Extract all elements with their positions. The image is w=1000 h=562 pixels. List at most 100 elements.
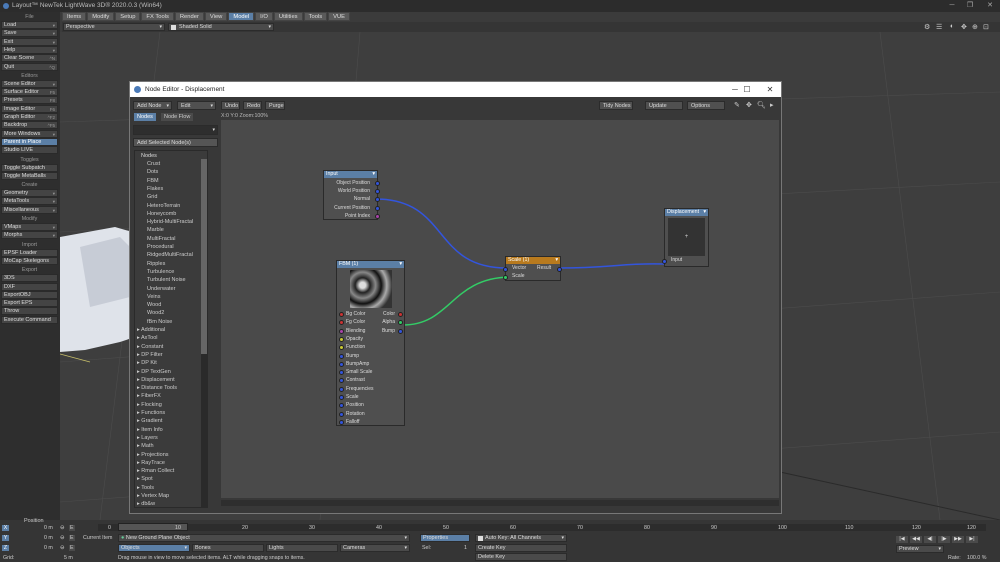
left-panel-button[interactable]: Scene Editor ▾: [1, 79, 58, 88]
input-port-icon[interactable]: [339, 353, 344, 359]
fbm-node[interactable]: FBM (1) ▾ Bg Color Fg Color Blending Opacity…: [336, 260, 405, 426]
left-panel-button[interactable]: VMaps ▾: [1, 223, 58, 231]
left-panel-button[interactable]: Toggle Subpatch: [1, 163, 58, 172]
node-list-category[interactable]: ▸ Projections: [137, 451, 169, 459]
axis-enable-button[interactable]: E: [69, 535, 75, 541]
node-list-item[interactable]: Dots: [147, 168, 158, 176]
add-node-button[interactable]: Add Node ▾: [133, 101, 172, 110]
node-list-item[interactable]: Marble: [147, 226, 164, 234]
left-panel-button[interactable]: More Windows ▾: [1, 129, 58, 138]
left-panel-button[interactable]: MetaTools ▾: [1, 197, 58, 206]
close-icon[interactable]: ✕: [760, 82, 780, 97]
update-button[interactable]: Update: [645, 101, 683, 110]
input-port-icon[interactable]: [339, 320, 344, 326]
input-port-icon[interactable]: [339, 328, 344, 334]
left-panel-button[interactable]: MoCap Skelegons: [1, 256, 58, 265]
left-panel-button[interactable]: 3DS: [1, 274, 58, 283]
node-list-category[interactable]: ▸ Vertex Map: [137, 492, 169, 500]
scale-port-icon[interactable]: [503, 275, 508, 280]
left-panel-button[interactable]: Geometry ▾: [1, 189, 58, 198]
left-panel-button[interactable]: Export EPS: [1, 299, 58, 308]
menu-tab-render[interactable]: Render: [174, 12, 204, 21]
node-list-item[interactable]: Turbulence: [147, 268, 174, 276]
output-port-icon[interactable]: [375, 181, 380, 186]
maximize-icon[interactable]: ☐: [737, 82, 757, 97]
left-panel-button[interactable]: EPSF Loader: [1, 248, 58, 257]
node-list-category[interactable]: ▸ db&w: [137, 500, 155, 508]
tab-nodes[interactable]: Nodes: [134, 113, 156, 121]
input-port-icon[interactable]: [339, 378, 344, 384]
input-port-icon[interactable]: [339, 403, 344, 409]
node-list-category[interactable]: ▸ Layers: [137, 434, 158, 442]
input-port-icon[interactable]: [339, 411, 344, 417]
left-panel-button[interactable]: Help ▾: [1, 45, 58, 54]
node-list-category[interactable]: ▸ Tools: [137, 484, 154, 492]
node-list-category[interactable]: ▸ DP Kit: [137, 359, 157, 367]
prev-key-icon[interactable]: ◀◀: [910, 536, 922, 543]
redo-button[interactable]: Redo: [243, 101, 262, 110]
next-key-icon[interactable]: ▶▶: [952, 536, 964, 543]
input-port-icon[interactable]: [339, 345, 344, 351]
left-panel-button[interactable]: Toggle MetaBalls: [1, 171, 58, 180]
zoom-icon[interactable]: 🔍︎: [757, 101, 766, 109]
input-port-icon[interactable]: [339, 386, 344, 392]
node-list-item[interactable]: Hybrid-MultiFractal: [147, 218, 193, 226]
left-panel-button[interactable]: Morphs ▾: [1, 231, 58, 240]
node-list-category[interactable]: ▸ FiberFX: [137, 392, 161, 400]
scale-node[interactable]: Scale (1) ▾ Vector Scale Result: [503, 256, 562, 281]
node-list-item[interactable]: MultiFractal: [147, 235, 175, 243]
node-list-item[interactable]: Grid: [147, 193, 157, 201]
node-list-category[interactable]: ▸ DP TextGen: [137, 368, 171, 376]
settings-icon[interactable]: ☰: [936, 23, 942, 31]
node-list-category[interactable]: ▸ Rman Collect: [137, 467, 174, 475]
orbit-icon[interactable]: ◐: [950, 23, 954, 30]
lights-button[interactable]: Lights: [266, 544, 338, 552]
gear-icon[interactable]: ⚙: [924, 23, 930, 31]
left-panel-button[interactable]: Exit ▾: [1, 37, 58, 46]
node-list-item[interactable]: Flakes: [147, 185, 163, 193]
node-list-item[interactable]: RidgedMultiFractal: [147, 251, 193, 259]
node-list-item[interactable]: Veins: [147, 293, 160, 301]
menu-tab-view[interactable]: View: [204, 12, 228, 21]
maximize-view-icon[interactable]: ⊡: [983, 23, 989, 31]
last-frame-icon[interactable]: ▶|: [966, 536, 978, 543]
node-list-item[interactable]: Honeycomb: [147, 210, 176, 218]
menu-tab-model[interactable]: Model: [228, 12, 255, 21]
node-list-category[interactable]: ▸ Flocking: [137, 401, 162, 409]
node-list-item[interactable]: FBM: [147, 177, 159, 185]
node-list-item[interactable]: Wood2: [147, 309, 164, 317]
collapse-arrow-icon[interactable]: ▸: [770, 101, 774, 109]
scrollbar-thumb[interactable]: [201, 159, 207, 354]
cameras-button[interactable]: Cameras ▾: [340, 544, 410, 552]
node-list-item[interactable]: Ripples: [147, 260, 165, 268]
output-port-icon[interactable]: [375, 205, 380, 211]
node-list-item[interactable]: Procedural: [147, 243, 174, 251]
input-port-icon[interactable]: [339, 395, 344, 400]
play-back-icon[interactable]: ◀|: [924, 536, 936, 543]
menu-tab-items[interactable]: Items: [62, 12, 87, 21]
shading-select[interactable]: Shaded Solid ▾: [168, 23, 274, 31]
displacement-node[interactable]: Displacement ▾ + Input: [662, 208, 709, 267]
tidy-nodes-button[interactable]: Tidy Nodes: [599, 101, 633, 110]
objects-button[interactable]: Objects ▾: [118, 544, 190, 552]
node-list-item[interactable]: Crust: [147, 160, 160, 168]
left-panel-button[interactable]: Surface Editor F5: [1, 88, 58, 97]
left-panel-button[interactable]: Backdrop ^F5: [1, 121, 58, 130]
auto-key-select[interactable]: Auto Key: All Channels ▾: [475, 534, 567, 542]
node-canvas[interactable]: Input ▾ Object Position World Position Norm…: [221, 120, 779, 498]
left-panel-button[interactable]: Save ▾: [1, 29, 58, 38]
zoom-icon[interactable]: ⊕: [972, 23, 978, 31]
input-port-icon[interactable]: [339, 312, 344, 317]
restore-icon[interactable]: ❐: [962, 0, 978, 12]
left-panel-button[interactable]: Parent in Place: [1, 137, 58, 146]
input-port-icon[interactable]: [339, 336, 344, 342]
node-list-category[interactable]: ▸ RayTrace: [137, 459, 165, 467]
create-key-button[interactable]: Create Key: [475, 544, 567, 552]
left-panel-button[interactable]: Miscellaneous ▾: [1, 205, 58, 214]
output-port-icon[interactable]: [398, 328, 403, 334]
node-list-item[interactable]: Turbulent Noise: [147, 276, 186, 284]
left-panel-button[interactable]: ExportOBJ: [1, 290, 58, 299]
left-panel-button[interactable]: Execute Command: [1, 315, 58, 324]
input-port-icon[interactable]: [339, 370, 344, 376]
node-list-category[interactable]: ▸ Spot: [137, 475, 153, 483]
